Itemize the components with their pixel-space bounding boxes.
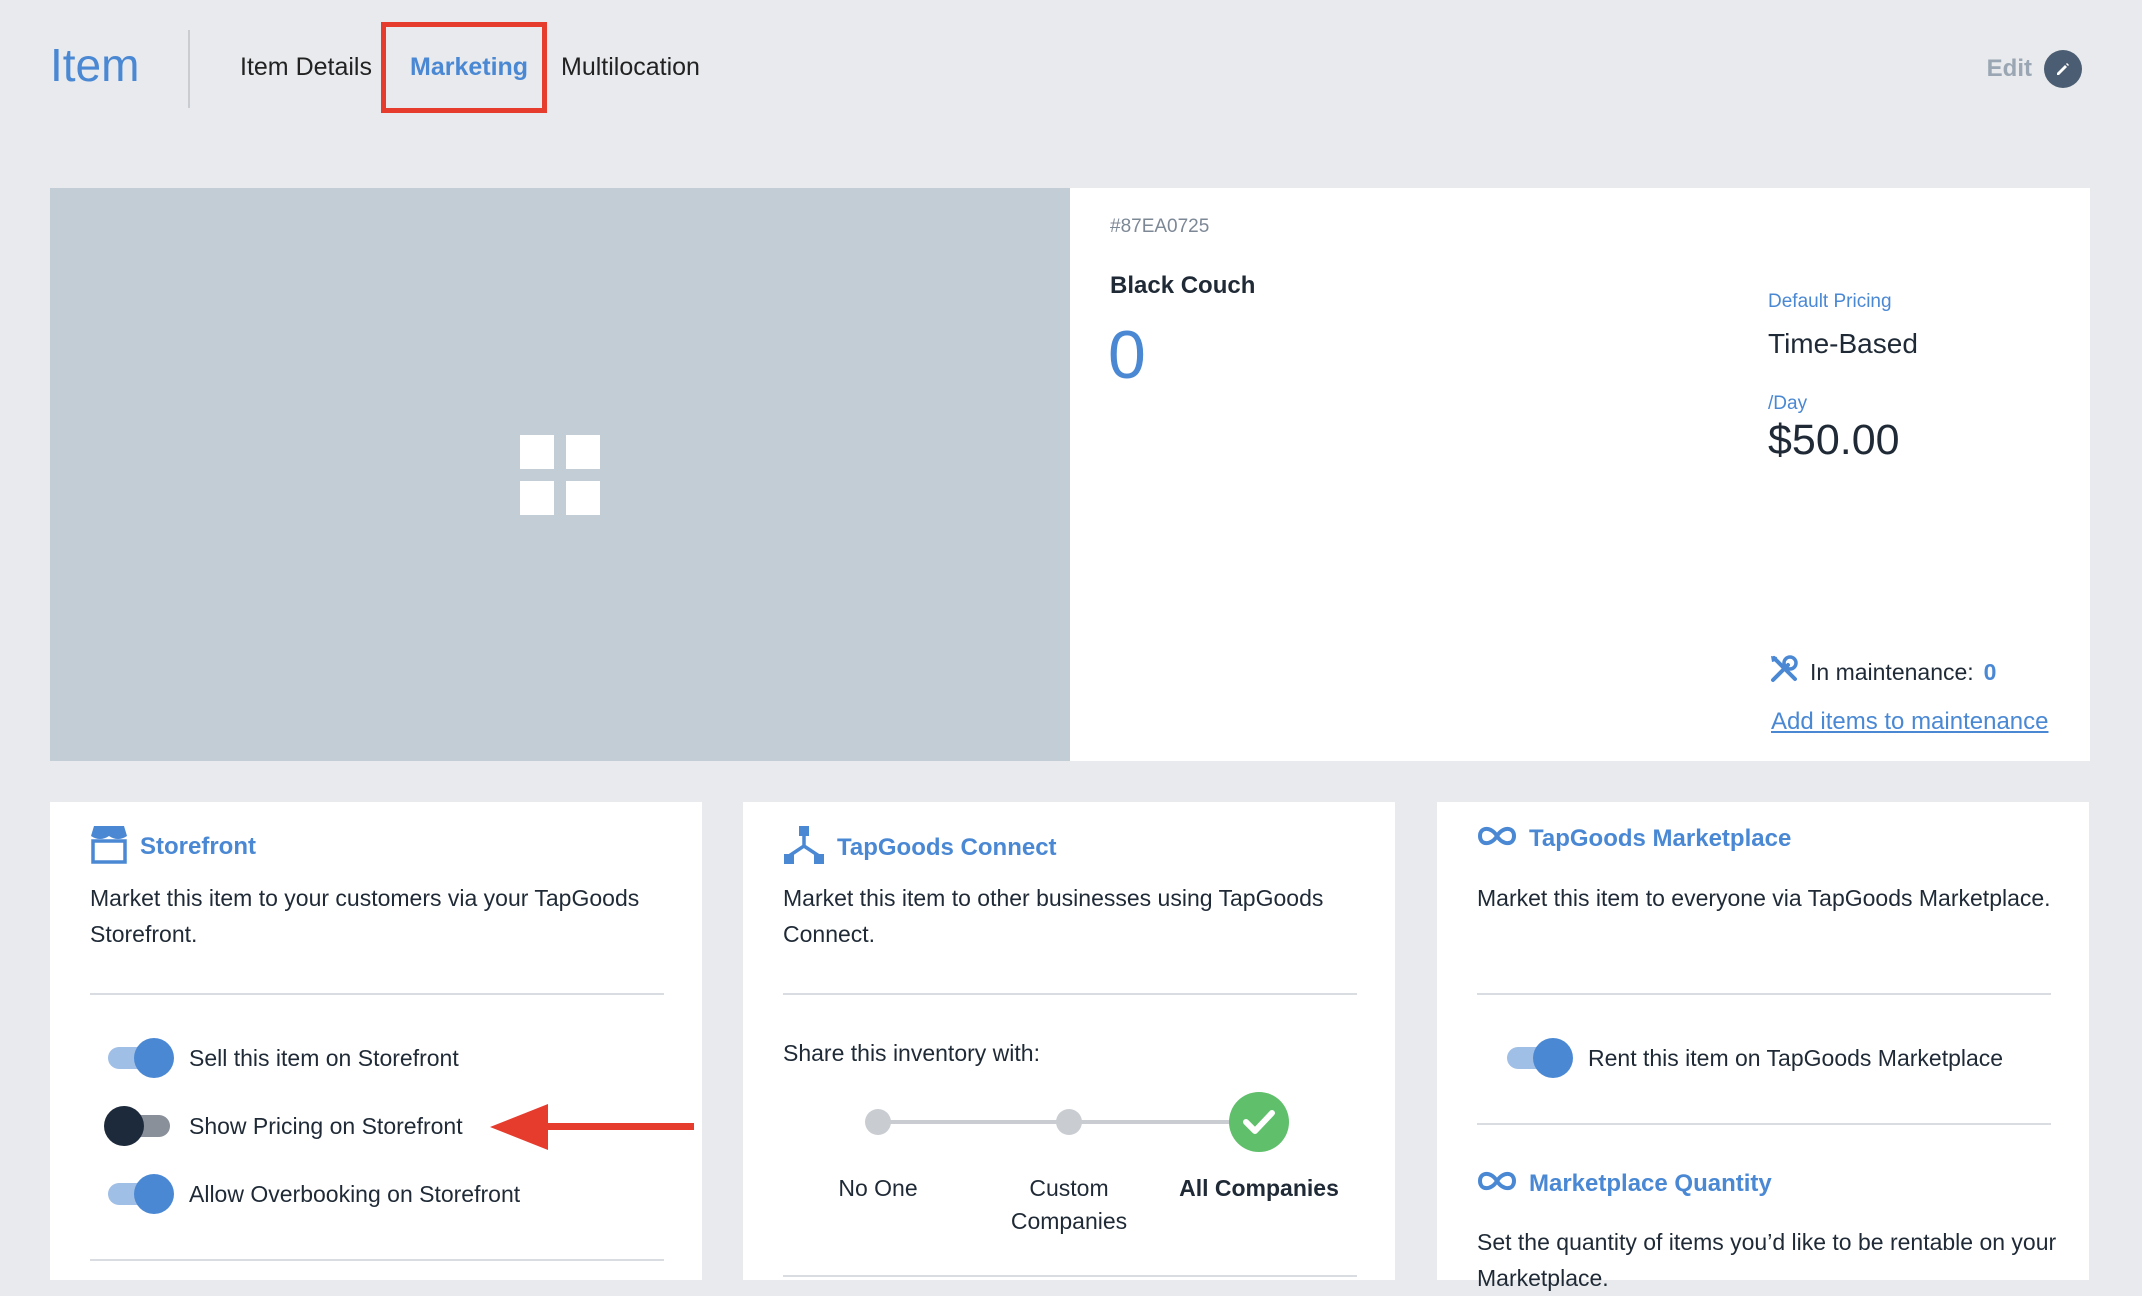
- image-placeholder-icon: [520, 435, 600, 515]
- share-option-all-companies-label[interactable]: All Companies: [1169, 1172, 1349, 1205]
- marketplace-title-text: TapGoods Marketplace: [1529, 824, 1792, 852]
- network-icon: [783, 824, 825, 871]
- share-option-no-one-dot[interactable]: [865, 1109, 891, 1135]
- rent-on-marketplace-toggle[interactable]: [1503, 1038, 1573, 1078]
- infinity-icon: [1477, 824, 1517, 853]
- allow-overbooking-toggle[interactable]: [104, 1174, 174, 1214]
- edit-label: Edit: [1986, 55, 2032, 82]
- infinity-icon: [1477, 1169, 1517, 1198]
- share-inventory-label: Share this inventory with:: [783, 1040, 1040, 1066]
- share-option-all-companies-check-icon[interactable]: [1229, 1092, 1289, 1152]
- tab-multilocation[interactable]: Multilocation: [561, 53, 700, 82]
- sell-on-storefront-toggle[interactable]: [104, 1038, 174, 1078]
- wrench-screwdriver-icon: [1768, 653, 1800, 691]
- pencil-icon: [2044, 50, 2082, 88]
- divider: [1477, 993, 2051, 995]
- share-option-no-one-label[interactable]: No One: [788, 1172, 968, 1205]
- divider: [1477, 1123, 2051, 1125]
- maintenance-status: In maintenance: 0: [1768, 653, 1996, 691]
- tapgoods-marketplace-card: TapGoods Marketplace Market this item to…: [1437, 802, 2089, 1291]
- storefront-title-text: Storefront: [140, 832, 256, 860]
- divider: [90, 993, 664, 995]
- share-option-custom-dot[interactable]: [1056, 1109, 1082, 1135]
- show-pricing-toggle[interactable]: [104, 1106, 174, 1146]
- annotation-arrow-icon: [490, 1104, 694, 1150]
- page-title: Item: [50, 39, 140, 91]
- connect-title-text: TapGoods Connect: [837, 833, 1057, 861]
- storefront-title: Storefront: [90, 824, 256, 869]
- tapgoods-connect-card: TapGoods Connect Market this item to oth…: [743, 802, 1395, 1280]
- marketplace-quantity-title-text: Marketplace Quantity: [1529, 1169, 1772, 1197]
- marketplace-title: TapGoods Marketplace: [1477, 824, 1791, 853]
- tab-item-details[interactable]: Item Details: [240, 53, 372, 82]
- marketplace-quantity-description: Set the quantity of items you’d like to …: [1477, 1229, 2057, 1291]
- item-image-placeholder: [50, 188, 1070, 761]
- maintenance-count: 0: [1983, 658, 1997, 685]
- item-sku: #87EA0725: [1110, 216, 1210, 237]
- item-quantity: 0: [1108, 317, 1146, 393]
- toggle-row-sell-on-storefront: Sell this item on Storefront: [104, 1038, 459, 1078]
- toggle-row-allow-overbooking: Allow Overbooking on Storefront: [104, 1174, 520, 1214]
- storefront-card: Storefront Market this item to your cust…: [50, 802, 702, 1280]
- price-period: /Day: [1768, 393, 1808, 414]
- toggle-label: Show Pricing on Storefront: [189, 1112, 463, 1139]
- maintenance-label: In maintenance:: [1810, 658, 1974, 685]
- toggle-label: Rent this item on TapGoods Marketplace: [1588, 1044, 2004, 1071]
- connect-description: Market this item to other businesses usi…: [783, 885, 1324, 947]
- divider: [783, 1275, 1357, 1277]
- pricing-label: Default Pricing: [1768, 291, 1892, 312]
- edit-button[interactable]: Edit: [1987, 50, 2082, 88]
- item-name: Black Couch: [1110, 272, 1256, 299]
- toggle-row-show-pricing: Show Pricing on Storefront: [104, 1106, 463, 1146]
- header-divider: [188, 30, 190, 108]
- item-price: $50.00: [1768, 416, 1900, 464]
- toggle-row-rent-on-marketplace: Rent this item on TapGoods Marketplace: [1503, 1038, 2003, 1078]
- add-to-maintenance-link[interactable]: Add items to maintenance: [1771, 708, 2049, 736]
- pricing-value: Time-Based: [1768, 328, 1918, 359]
- divider: [783, 993, 1357, 995]
- marketplace-quantity-title: Marketplace Quantity: [1477, 1169, 1772, 1198]
- page-header: Item Item Details Marketing Multilocatio…: [0, 0, 2142, 140]
- storefront-description: Market this item to your customers via y…: [90, 885, 640, 947]
- toggle-label: Allow Overbooking on Storefront: [189, 1180, 521, 1207]
- connect-title: TapGoods Connect: [783, 824, 1057, 871]
- marketplace-description: Market this item to everyone via TapGood…: [1477, 885, 2051, 911]
- annotation-highlight-box: [381, 22, 547, 113]
- share-option-custom-label[interactable]: Custom Companies: [979, 1172, 1159, 1238]
- store-icon: [90, 824, 128, 869]
- divider: [90, 1259, 664, 1261]
- toggle-label: Sell this item on Storefront: [189, 1044, 459, 1071]
- item-info-panel: #87EA0725 Black Couch 0 Default Pricing …: [1070, 188, 2090, 761]
